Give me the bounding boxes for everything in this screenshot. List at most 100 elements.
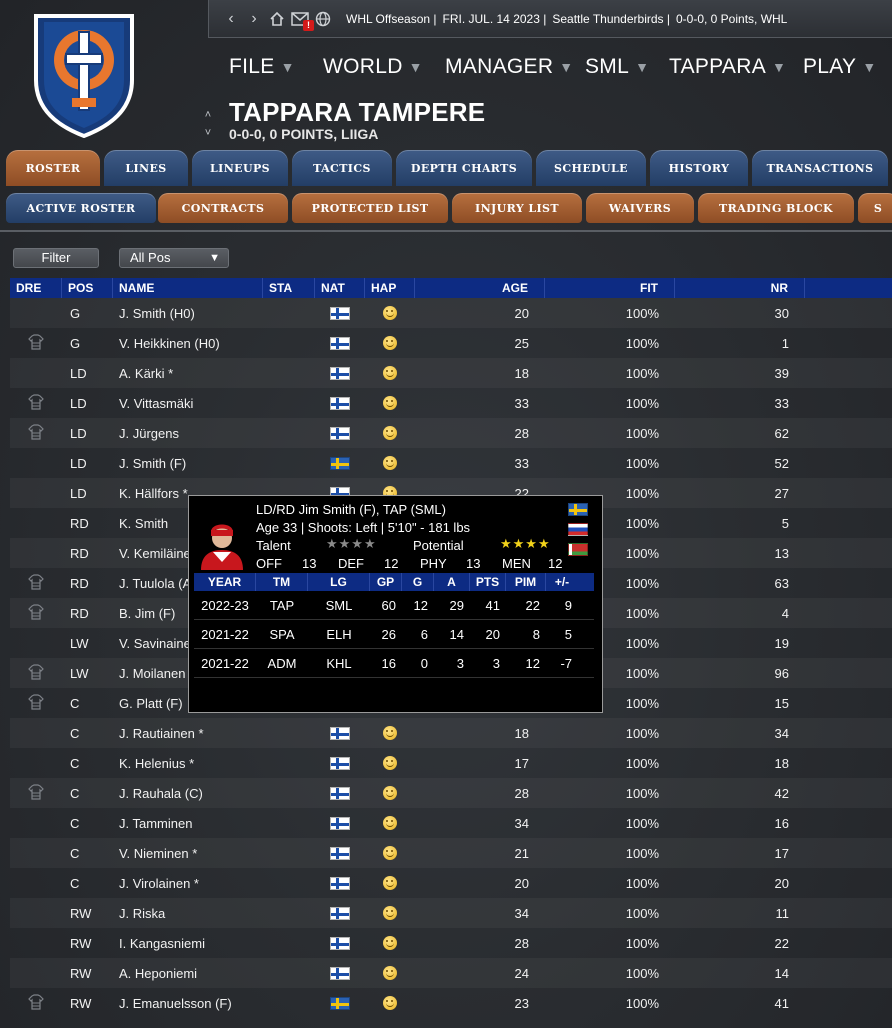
dressed-cell[interactable] xyxy=(10,663,62,683)
dressed-cell[interactable] xyxy=(10,783,62,803)
talent-label: Talent xyxy=(256,538,291,553)
table-row[interactable]: LD J. Smith (F) 33 100% 52 xyxy=(10,448,892,478)
tab-overflow[interactable]: S xyxy=(858,193,892,223)
position-cell: G xyxy=(70,305,81,321)
happiness-cell xyxy=(365,966,415,980)
dressed-cell[interactable] xyxy=(10,393,62,413)
col-hap[interactable]: HAP xyxy=(365,278,415,298)
player-name-link[interactable]: J. Rauhala (C) xyxy=(113,786,263,801)
col-pos[interactable]: POS xyxy=(62,278,113,298)
player-name-link[interactable]: J. Emanuelsson (F) xyxy=(113,996,263,1011)
col-nat[interactable]: NAT xyxy=(315,278,365,298)
table-row[interactable]: C J. Tamminen 34 100% 16 xyxy=(10,808,892,838)
position-select[interactable]: All Pos ▼ xyxy=(119,248,229,268)
tab-lineups[interactable]: LINEUPS xyxy=(192,150,288,186)
table-row[interactable]: LD J. Jürgens 28 100% 62 xyxy=(10,418,892,448)
status-team[interactable]: Seattle Thunderbirds | xyxy=(552,12,670,26)
table-row[interactable]: RW I. Kangasniemi 28 100% 22 xyxy=(10,928,892,958)
dressed-cell[interactable] xyxy=(10,573,62,593)
tab-contracts[interactable]: CONTRACTS xyxy=(158,193,288,223)
tab-tactics[interactable]: TACTICS xyxy=(292,150,392,186)
tab-roster[interactable]: ROSTER xyxy=(6,150,100,186)
happy-face-icon xyxy=(383,846,397,860)
player-name-link[interactable]: I. Kangasniemi xyxy=(113,936,263,951)
player-name-link[interactable]: J. Smith (F) xyxy=(113,456,263,471)
table-row[interactable]: G V. Heikkinen (H0) 25 100% 1 xyxy=(10,328,892,358)
table-row[interactable]: C J. Rauhala (C) 28 100% 42 xyxy=(10,778,892,808)
tab-trading-block[interactable]: TRADING BLOCK xyxy=(698,193,854,223)
table-row[interactable]: C J. Rautiainen * 18 100% 34 xyxy=(10,718,892,748)
menu-file[interactable]: FILE ▼ xyxy=(229,55,323,79)
tab-protected-list[interactable]: PROTECTED LIST xyxy=(292,193,448,223)
table-row[interactable]: LD A. Kärki * 18 100% 39 xyxy=(10,358,892,388)
dressed-cell[interactable] xyxy=(10,333,62,353)
tab-active-roster[interactable]: ACTIVE ROSTER xyxy=(6,193,156,223)
dressed-cell[interactable] xyxy=(10,603,62,623)
player-name-link[interactable]: J. Smith (H0) xyxy=(113,306,263,321)
col-age[interactable]: AGE xyxy=(415,278,545,298)
table-row[interactable]: RW A. Heponiemi 24 100% 14 xyxy=(10,958,892,988)
age-cell: 34 xyxy=(514,905,529,921)
menu-world-label: WORLD xyxy=(323,55,403,78)
dressed-cell[interactable] xyxy=(10,993,62,1013)
mail-icon[interactable]: ! xyxy=(290,9,314,31)
player-name-link[interactable]: V. Vittasmäki xyxy=(113,396,263,411)
col-fit[interactable]: FIT xyxy=(545,278,675,298)
happy-face-icon xyxy=(383,906,397,920)
tab-waivers[interactable]: WAIVERS xyxy=(586,193,694,223)
tab-schedule[interactable]: SCHEDULE xyxy=(536,150,646,186)
stat-pts: 3 xyxy=(492,655,500,671)
player-name-link[interactable]: A. Kärki * xyxy=(113,366,263,381)
player-name-link[interactable]: A. Heponiemi xyxy=(113,966,263,981)
player-name-link[interactable]: J. Rautiainen * xyxy=(113,726,263,741)
menu-world[interactable]: WORLD ▼ xyxy=(323,55,445,79)
table-row[interactable]: C K. Helenius * 17 100% 18 xyxy=(10,748,892,778)
back-icon[interactable]: ‹ xyxy=(221,9,241,29)
forward-icon[interactable]: › xyxy=(244,9,264,29)
col-sta[interactable]: STA xyxy=(263,278,315,298)
menu-manager[interactable]: MANAGER ▼ xyxy=(445,55,585,79)
player-name-link[interactable]: J. Jürgens xyxy=(113,426,263,441)
chevron-down-icon: ▼ xyxy=(862,59,877,75)
team-switcher[interactable]: ˄ ˅ xyxy=(202,106,214,142)
number-cell: 16 xyxy=(774,815,789,831)
chevron-down-icon[interactable]: ˅ xyxy=(202,124,214,142)
nationality-cell xyxy=(315,336,365,350)
col-name[interactable]: NAME xyxy=(113,278,263,298)
dressed-cell[interactable] xyxy=(10,423,62,443)
menu-sml[interactable]: SML ▼ xyxy=(585,55,669,79)
table-row[interactable]: C V. Nieminen * 21 100% 17 xyxy=(10,838,892,868)
globe-icon[interactable] xyxy=(313,9,333,29)
home-icon[interactable] xyxy=(267,9,287,29)
happiness-cell xyxy=(365,936,415,950)
col-nr[interactable]: NR xyxy=(675,278,805,298)
col-dre[interactable]: DRE xyxy=(10,278,62,298)
tab-transactions[interactable]: TRANSACTIONS xyxy=(752,150,888,186)
team-logo[interactable] xyxy=(30,10,138,138)
happy-face-icon xyxy=(383,426,397,440)
table-row[interactable]: RW J. Riska 34 100% 11 xyxy=(10,898,892,928)
table-row[interactable]: C J. Virolainen * 20 100% 20 xyxy=(10,868,892,898)
player-name-link[interactable]: J. Tamminen xyxy=(113,816,263,831)
tab-injury-list[interactable]: INJURY LIST xyxy=(452,193,582,223)
player-name-link[interactable]: J. Riska xyxy=(113,906,263,921)
filter-button[interactable]: Filter xyxy=(13,248,99,268)
tab-history[interactable]: HISTORY xyxy=(650,150,748,186)
player-name-link[interactable]: K. Helenius * xyxy=(113,756,263,771)
table-row[interactable]: RW J. Emanuelsson (F) 23 100% 41 xyxy=(10,988,892,1018)
number-cell: 19 xyxy=(774,635,789,651)
player-name-link[interactable]: V. Nieminen * xyxy=(113,846,263,861)
position-cell: RW xyxy=(70,905,92,921)
menu-tappara[interactable]: TAPPARA ▼ xyxy=(669,55,803,79)
happiness-cell xyxy=(365,426,415,440)
tab-depth-charts[interactable]: DEPTH CHARTS xyxy=(396,150,532,186)
tab-lines[interactable]: LINES xyxy=(104,150,188,186)
menu-play[interactable]: PLAY ▼ xyxy=(803,55,877,79)
table-row[interactable]: G J. Smith (H0) 20 100% 30 xyxy=(10,298,892,328)
position-cell: LD xyxy=(70,485,87,501)
chevron-up-icon[interactable]: ˄ xyxy=(202,106,214,124)
table-row[interactable]: LD V. Vittasmäki 33 100% 33 xyxy=(10,388,892,418)
player-name-link[interactable]: V. Heikkinen (H0) xyxy=(113,336,263,351)
player-name-link[interactable]: J. Virolainen * xyxy=(113,876,263,891)
dressed-cell[interactable] xyxy=(10,693,62,713)
